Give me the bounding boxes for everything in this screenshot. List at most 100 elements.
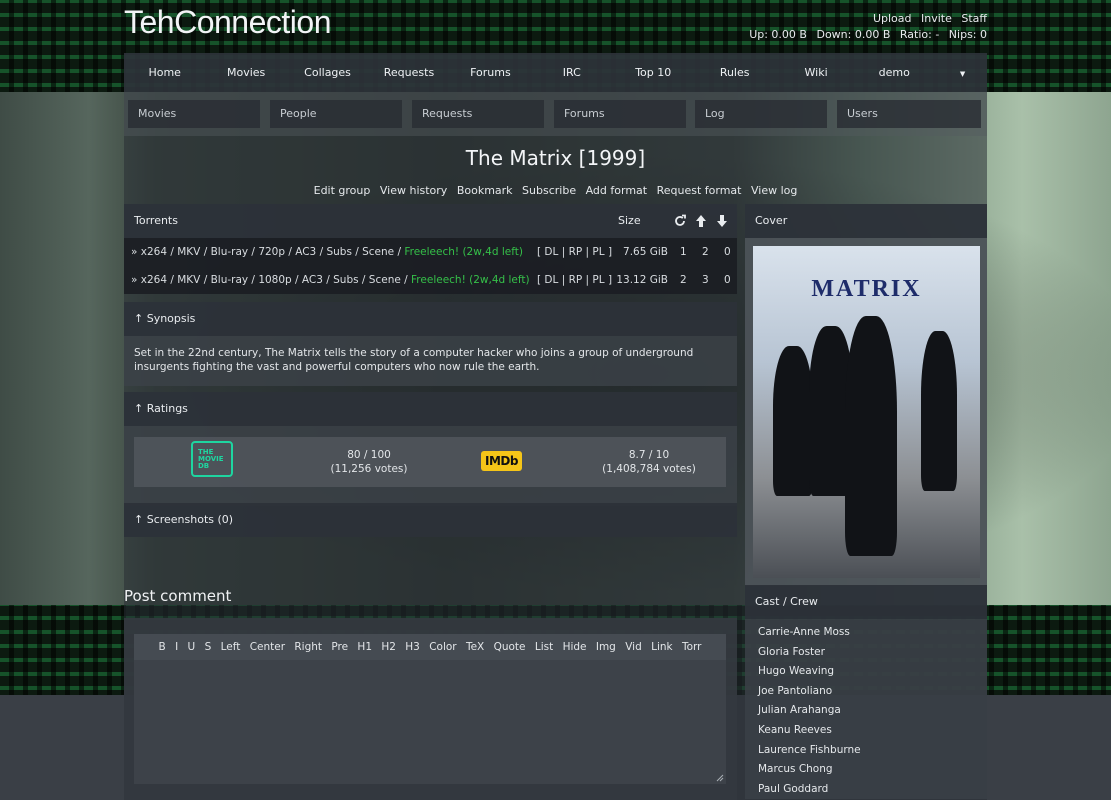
snatched-icon bbox=[673, 204, 687, 238]
cover-image[interactable]: MATRIX bbox=[753, 246, 980, 578]
post-comment-heading: Post comment bbox=[124, 587, 232, 605]
torrent-links[interactable]: [ DL | RP | PL ] bbox=[537, 266, 612, 294]
search-requests-input[interactable]: Requests bbox=[412, 100, 544, 128]
resize-handle-icon[interactable] bbox=[716, 774, 724, 782]
imdb-logo[interactable]: IMDb bbox=[481, 451, 522, 471]
h1-button[interactable]: H1 bbox=[357, 641, 372, 653]
list-button[interactable]: List bbox=[535, 641, 553, 653]
site-logo[interactable]: TehConnection bbox=[124, 4, 331, 41]
poster-title: MATRIX bbox=[811, 276, 922, 302]
h2-button[interactable]: H2 bbox=[381, 641, 396, 653]
torrent-leechers: 0 bbox=[724, 274, 731, 286]
strike-button[interactable]: S bbox=[205, 641, 212, 653]
ratings-panel: THE MOVIE DB 80 / 100 (11,256 votes) IMD… bbox=[134, 437, 726, 487]
torrent-seeders: 2 bbox=[702, 246, 709, 258]
user-info: Upload Invite Staff Up: 0.00 B Down: 0.0… bbox=[743, 12, 987, 41]
synopsis-text: Set in the 22nd century, The Matrix tell… bbox=[124, 336, 737, 386]
torr-button[interactable]: Torr bbox=[682, 641, 702, 653]
add-format-link[interactable]: Add format bbox=[586, 184, 648, 197]
table-row[interactable]: » x264 / MKV / Blu-ray / 1080p / AC3 / S… bbox=[124, 266, 737, 294]
nav-requests[interactable]: Requests bbox=[368, 53, 449, 92]
tex-button[interactable]: TeX bbox=[466, 641, 484, 653]
search-users-input[interactable]: Users bbox=[837, 100, 981, 128]
cast-list: Carrie-Anne Moss Gloria Foster Hugo Weav… bbox=[745, 619, 987, 800]
img-button[interactable]: Img bbox=[596, 641, 616, 653]
ratings-box: ↑ Ratings THE MOVIE DB 80 / 100 (11,256 … bbox=[124, 392, 737, 506]
nav-rules[interactable]: Rules bbox=[694, 53, 775, 92]
torrent-links[interactable]: [ DL | RP | PL ] bbox=[537, 238, 612, 266]
search-people-input[interactable]: People bbox=[270, 100, 402, 128]
main-nav: Home Movies Collages Requests Forums IRC… bbox=[124, 53, 987, 92]
cast-member[interactable]: Gloria Foster bbox=[758, 643, 987, 663]
search-movies-input[interactable]: Movies bbox=[128, 100, 260, 128]
torrent-snatched: 2 bbox=[680, 274, 687, 286]
cast-member[interactable]: Hugo Weaving bbox=[758, 662, 987, 682]
size-column-header[interactable]: Size bbox=[618, 204, 641, 238]
cast-member[interactable]: Carrie-Anne Moss bbox=[758, 623, 987, 643]
align-left-button[interactable]: Left bbox=[221, 641, 241, 653]
upload-stat: Up: 0.00 B bbox=[749, 28, 807, 41]
subscribe-link[interactable]: Subscribe bbox=[522, 184, 576, 197]
torrent-format[interactable]: » x264 / MKV / Blu-ray / 720p / AC3 / Su… bbox=[131, 246, 404, 258]
view-history-link[interactable]: View history bbox=[380, 184, 447, 197]
torrent-size: 7.65 GiB bbox=[623, 246, 668, 258]
group-actions: Edit group View history Bookmark Subscri… bbox=[124, 184, 987, 197]
imdb-rating: 8.7 / 10 (1,408,784 votes) bbox=[574, 448, 724, 476]
torrent-snatched: 1 bbox=[680, 246, 687, 258]
comment-textarea[interactable] bbox=[134, 660, 726, 784]
nav-user-menu[interactable]: demo ▼ bbox=[857, 53, 987, 92]
request-format-link[interactable]: Request format bbox=[657, 184, 742, 197]
download-stat: Down: 0.00 B bbox=[816, 28, 891, 41]
tmdb-logo[interactable]: THE MOVIE DB bbox=[191, 441, 233, 477]
nav-movies[interactable]: Movies bbox=[205, 53, 286, 92]
cast-member[interactable]: Marcus Chong bbox=[758, 760, 987, 780]
cast-member[interactable]: Keanu Reeves bbox=[758, 721, 987, 741]
leechers-icon bbox=[716, 204, 728, 238]
vid-button[interactable]: Vid bbox=[625, 641, 642, 653]
tmdb-rating: 80 / 100 (11,256 votes) bbox=[294, 448, 444, 476]
hide-button[interactable]: Hide bbox=[563, 641, 587, 653]
h3-button[interactable]: H3 bbox=[405, 641, 420, 653]
edit-group-link[interactable]: Edit group bbox=[314, 184, 371, 197]
underline-button[interactable]: U bbox=[188, 641, 196, 653]
bbcode-toolbar: B I U S Left Center Right Pre H1 H2 H3 C… bbox=[134, 634, 726, 660]
nav-collages[interactable]: Collages bbox=[287, 53, 368, 92]
align-center-button[interactable]: Center bbox=[250, 641, 285, 653]
poster-figure bbox=[921, 331, 957, 491]
link-button[interactable]: Link bbox=[651, 641, 673, 653]
nav-wiki[interactable]: Wiki bbox=[775, 53, 856, 92]
nav-forums[interactable]: Forums bbox=[450, 53, 531, 92]
italic-button[interactable]: I bbox=[175, 641, 178, 653]
torrent-size: 13.12 GiB bbox=[616, 274, 668, 286]
synopsis-box: ↑ Synopsis Set in the 22nd century, The … bbox=[124, 302, 737, 386]
search-log-input[interactable]: Log bbox=[695, 100, 827, 128]
tmdb-score: 80 / 100 bbox=[347, 449, 391, 461]
cast-member[interactable]: Laurence Fishburne bbox=[758, 741, 987, 761]
pre-button[interactable]: Pre bbox=[331, 641, 348, 653]
search-forums-input[interactable]: Forums bbox=[554, 100, 686, 128]
nav-top10[interactable]: Top 10 bbox=[613, 53, 694, 92]
upload-link[interactable]: Upload bbox=[873, 12, 912, 25]
color-button[interactable]: Color bbox=[429, 641, 456, 653]
table-row[interactable]: » x264 / MKV / Blu-ray / 720p / AC3 / Su… bbox=[124, 238, 737, 266]
ratings-toggle[interactable]: ↑ Ratings bbox=[124, 392, 737, 426]
invite-link[interactable]: Invite bbox=[921, 12, 952, 25]
synopsis-toggle[interactable]: ↑ Synopsis bbox=[124, 302, 737, 336]
nav-home[interactable]: Home bbox=[124, 53, 205, 92]
quote-button[interactable]: Quote bbox=[494, 641, 526, 653]
view-log-link[interactable]: View log bbox=[751, 184, 797, 197]
poster-figure bbox=[845, 316, 897, 556]
freeleech-badge: Freeleech! (2w,4d left) bbox=[404, 246, 523, 258]
torrents-heading: Torrents bbox=[134, 214, 178, 227]
cast-member[interactable]: Joe Pantoliano bbox=[758, 682, 987, 702]
staff-link[interactable]: Staff bbox=[961, 12, 987, 25]
bold-button[interactable]: B bbox=[159, 641, 166, 653]
bookmark-link[interactable]: Bookmark bbox=[457, 184, 513, 197]
cast-member[interactable]: Paul Goddard bbox=[758, 780, 987, 800]
cast-member[interactable]: Julian Arahanga bbox=[758, 701, 987, 721]
align-right-button[interactable]: Right bbox=[294, 641, 322, 653]
torrent-format[interactable]: » x264 / MKV / Blu-ray / 1080p / AC3 / S… bbox=[131, 274, 411, 286]
screenshots-toggle[interactable]: ↑ Screenshots (0) bbox=[124, 503, 737, 537]
nav-irc[interactable]: IRC bbox=[531, 53, 612, 92]
cover-frame: MATRIX bbox=[745, 238, 987, 586]
